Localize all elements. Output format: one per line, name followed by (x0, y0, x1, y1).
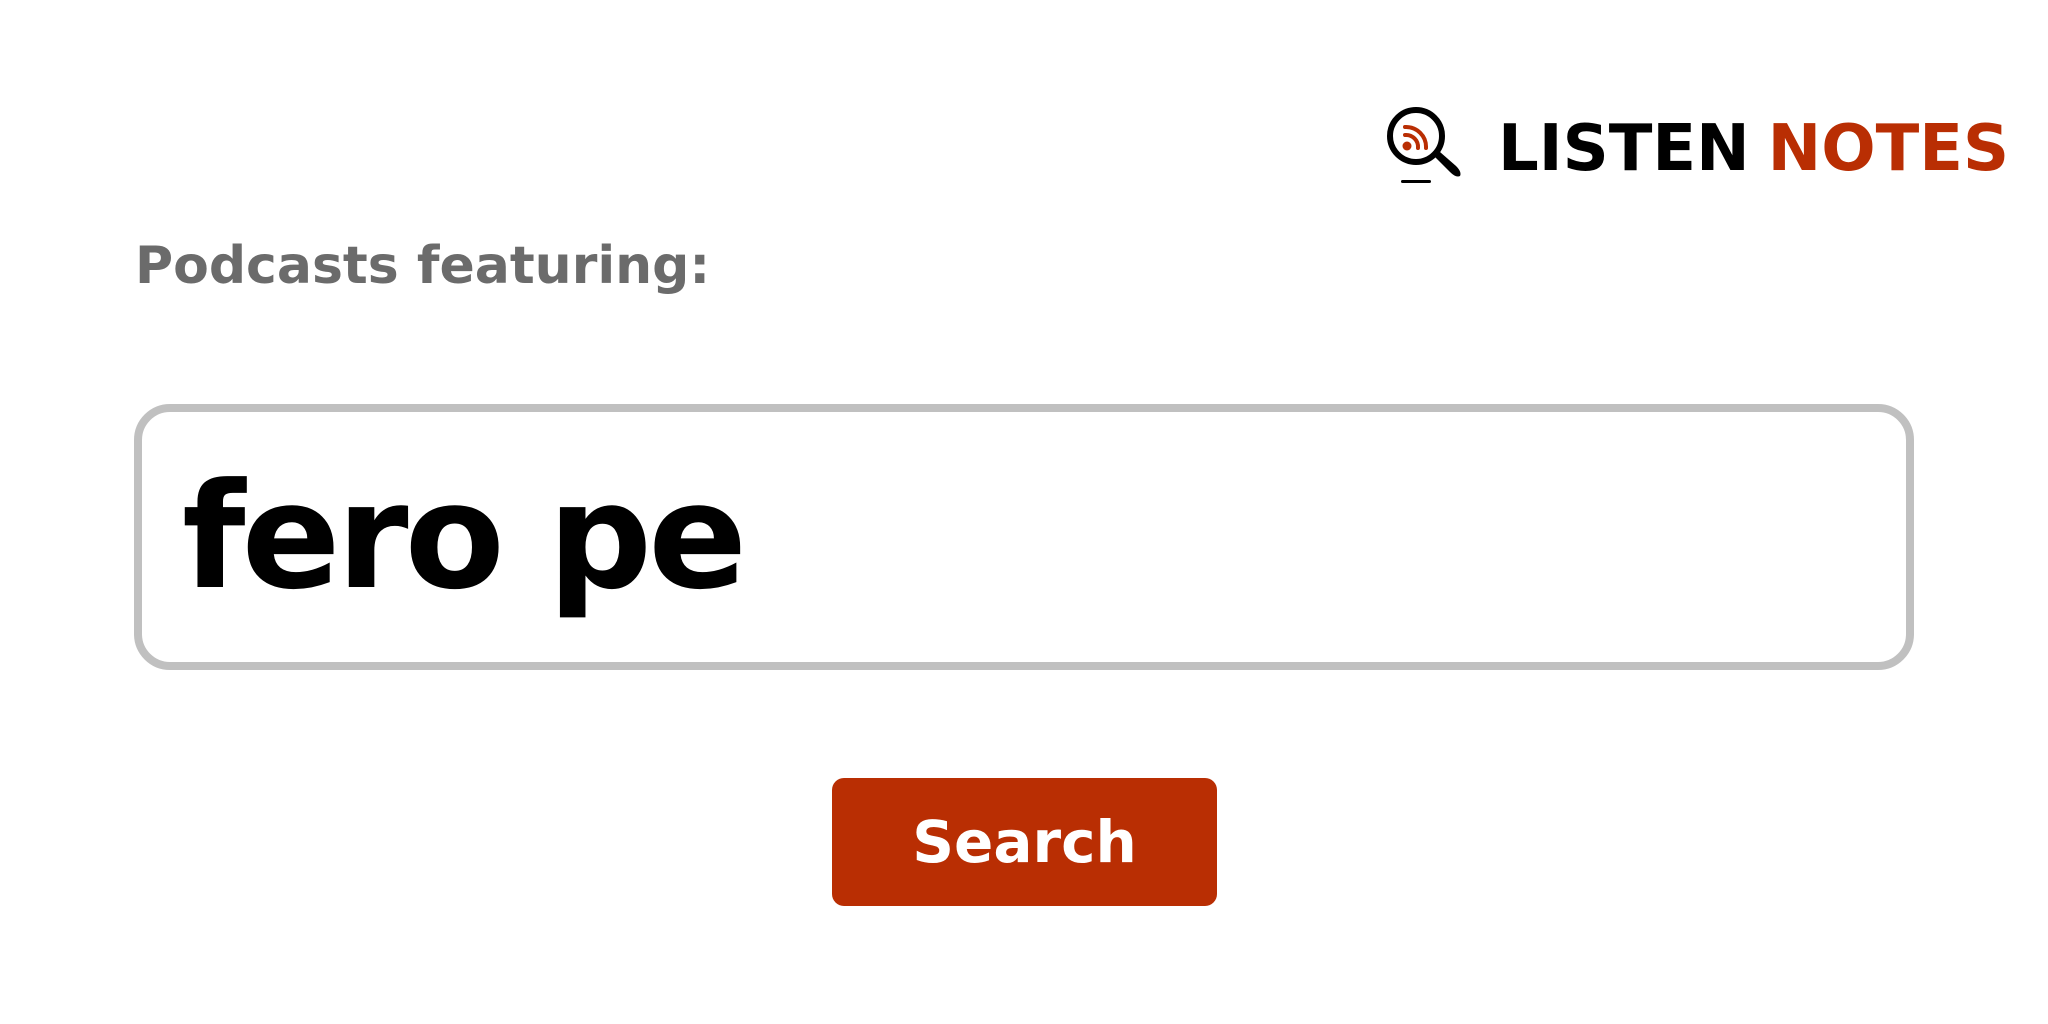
search-button[interactable]: Search (832, 778, 1217, 906)
podcast-search-icon (1387, 107, 1461, 183)
logo-word-notes: NOTES (1767, 112, 2010, 186)
logo-wordmark: LISTEN NOTES (1498, 117, 2009, 181)
page-heading: Podcasts featuring: (135, 236, 711, 296)
listen-notes-logo[interactable]: LISTEN NOTES (1384, 104, 2009, 194)
logo-word-listen: LISTEN (1498, 112, 1750, 186)
search-input[interactable] (182, 442, 1862, 632)
search-box[interactable] (134, 404, 1914, 670)
